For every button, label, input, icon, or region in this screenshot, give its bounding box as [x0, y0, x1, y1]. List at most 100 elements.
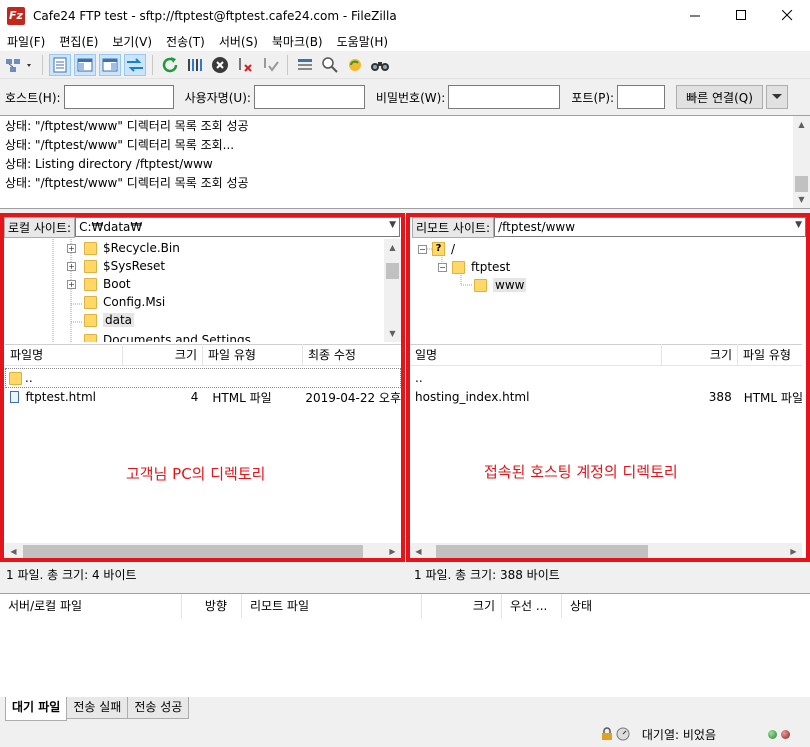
scrollbar-thumb[interactable]	[436, 545, 648, 558]
tree-item-documents[interactable]: Documents and Settings	[84, 331, 251, 342]
queue-column-remote[interactable]: 리모트 파일	[242, 594, 422, 618]
expand-plus-icon[interactable]: +	[67, 243, 76, 253]
minimize-icon	[689, 15, 700, 17]
toggle-local-tree-button[interactable]	[74, 53, 96, 76]
menu-bookmarks[interactable]: 북마크(B)	[265, 33, 330, 50]
file-row[interactable]: hosting_index.html 388 HTML 파일	[413, 387, 803, 407]
tree-item-data[interactable]: data	[84, 311, 135, 329]
quickconnect-dropdown-button[interactable]	[765, 85, 788, 109]
log-line: 상태: "/ftptest/www" 디렉터리 목록 조회 성공	[5, 119, 249, 133]
process-queue-button[interactable]	[184, 54, 206, 76]
queue-column-direction[interactable]: 방향	[182, 594, 242, 618]
remote-path-combo[interactable]: /ftptest/www ▼	[494, 217, 806, 237]
compare-directories-button[interactable]	[319, 54, 341, 76]
message-log[interactable]: 상태: "/ftptest/www" 디렉터리 목록 조회 성공 상태: "/f…	[0, 115, 810, 209]
remote-directory-tree[interactable]: − ? / − ftptest www	[413, 239, 805, 342]
expand-plus-icon[interactable]: +	[67, 261, 76, 271]
menu-file[interactable]: 파일(F)	[0, 33, 52, 50]
toolbar-separator	[287, 54, 288, 75]
column-size[interactable]: 크기	[123, 344, 203, 366]
transfer-queue-icon	[127, 57, 143, 72]
scroll-up-arrow-icon[interactable]: ▲	[793, 116, 810, 133]
column-modified[interactable]: 최종 수정	[303, 344, 401, 366]
process-queue-icon	[188, 58, 202, 71]
collapse-minus-icon[interactable]: −	[418, 244, 427, 254]
menu-edit[interactable]: 편집(E)	[52, 33, 105, 50]
queue-column-priority[interactable]: 우선 ...	[502, 594, 562, 618]
scroll-right-arrow-icon[interactable]: ▶	[384, 543, 401, 560]
cancel-icon	[212, 56, 228, 73]
tree-item-root[interactable]: − ? /	[418, 240, 455, 258]
find-files-button[interactable]	[369, 54, 391, 76]
remote-list-hscrollbar[interactable]: ◀ ▶	[410, 543, 802, 560]
toggle-log-button[interactable]	[49, 53, 71, 76]
expand-plus-icon[interactable]: +	[67, 279, 76, 289]
directory-filter-button[interactable]	[294, 54, 316, 76]
toggle-queue-button[interactable]	[124, 53, 146, 76]
tree-item-label: Boot	[103, 277, 131, 291]
username-input[interactable]	[253, 85, 365, 109]
local-list-hscrollbar[interactable]: ◀ ▶	[5, 543, 401, 560]
local-path-combo[interactable]: C:₩data₩ ▼	[75, 217, 400, 237]
site-manager-button[interactable]	[4, 54, 36, 76]
column-filename[interactable]: 파일명 ⌃	[5, 344, 123, 366]
scrollbar-thumb[interactable]	[795, 176, 808, 192]
tree-item-ftptest[interactable]: − ftptest	[438, 258, 510, 276]
local-tree-scrollbar[interactable]: ▲ ▼	[384, 239, 401, 342]
queue-column-status[interactable]: 상태	[562, 594, 810, 618]
maximize-button[interactable]	[718, 0, 764, 31]
transfer-queue[interactable]: 서버/로컬 파일 방향 리모트 파일 크기 우선 ... 상태	[0, 593, 810, 697]
scroll-left-arrow-icon[interactable]: ◀	[5, 543, 22, 560]
collapse-minus-icon[interactable]: −	[438, 262, 447, 272]
close-button[interactable]	[764, 0, 810, 31]
file-row-parent[interactable]: ..	[413, 368, 803, 388]
tab-queued-files[interactable]: 대기 파일	[5, 697, 68, 721]
scrollbar-thumb[interactable]	[23, 545, 363, 558]
tree-item-www[interactable]: www	[474, 276, 527, 294]
menu-server[interactable]: 서버(S)	[212, 33, 265, 50]
local-directory-tree[interactable]: + $Recycle.Bin + $SysReset + Boot Config…	[5, 239, 401, 342]
cancel-operation-button[interactable]	[209, 54, 231, 76]
sync-browsing-button[interactable]	[344, 54, 366, 76]
column-filename[interactable]: 일명	[410, 344, 662, 366]
scrollbar-thumb[interactable]	[386, 263, 399, 279]
host-input[interactable]	[63, 85, 174, 109]
sort-up-icon: ⌃	[59, 344, 67, 351]
tree-item-recycle-bin[interactable]: + $Recycle.Bin	[67, 239, 180, 257]
toggle-remote-tree-button[interactable]	[99, 53, 121, 76]
file-row[interactable]: ftptest.html 4 HTML 파일 2019-04-22 오후	[5, 387, 401, 407]
scroll-down-arrow-icon[interactable]: ▼	[793, 191, 810, 208]
chevron-down-icon[interactable]: ▼	[795, 220, 802, 230]
refresh-button[interactable]	[159, 54, 181, 76]
queue-column-local[interactable]: 서버/로컬 파일	[0, 594, 182, 618]
chevron-down-icon[interactable]: ▼	[389, 220, 396, 230]
local-file-list-header: 파일명 ⌃ 크기 파일 유형 최종 수정	[5, 344, 401, 366]
menu-bar: 파일(F) 편집(E) 보기(V) 전송(T) 서버(S) 북마크(B) 도움말…	[0, 31, 810, 51]
quickconnect-button[interactable]: 빠른 연결(Q)	[676, 85, 763, 109]
scroll-up-arrow-icon[interactable]: ▲	[384, 239, 401, 256]
tree-item-boot[interactable]: + Boot	[67, 275, 131, 293]
column-size[interactable]: 크기	[662, 344, 738, 366]
log-scrollbar[interactable]: ▲ ▼	[793, 116, 810, 208]
port-input[interactable]	[617, 85, 666, 109]
menu-view[interactable]: 보기(V)	[105, 33, 159, 50]
local-pane: 로컬 사이트: C:₩data₩ ▼ + $Recycle.Bin + $Sys…	[0, 213, 405, 561]
tree-item-label: $Recycle.Bin	[103, 241, 180, 255]
reconnect-button[interactable]	[259, 54, 281, 76]
menu-transfer[interactable]: 전송(T)	[159, 33, 212, 50]
minimize-button[interactable]	[672, 0, 718, 31]
column-type[interactable]: 파일 유형	[203, 344, 303, 366]
queue-column-size[interactable]: 크기	[422, 594, 502, 618]
file-row-parent[interactable]: ..	[5, 368, 401, 388]
scroll-left-arrow-icon[interactable]: ◀	[410, 543, 427, 560]
password-input[interactable]	[448, 85, 561, 109]
menu-help[interactable]: 도움말(H)	[330, 33, 396, 50]
tree-item-sysreset[interactable]: + $SysReset	[67, 257, 165, 275]
scroll-right-arrow-icon[interactable]: ▶	[785, 543, 802, 560]
tab-failed-transfers[interactable]: 전송 실패	[66, 697, 129, 719]
disconnect-button[interactable]	[234, 54, 256, 76]
tree-item-config-msi[interactable]: Config.Msi	[84, 293, 165, 311]
scroll-down-arrow-icon[interactable]: ▼	[384, 325, 401, 342]
tab-successful-transfers[interactable]: 전송 성공	[127, 697, 190, 719]
column-type[interactable]: 파일 유형	[738, 344, 802, 366]
